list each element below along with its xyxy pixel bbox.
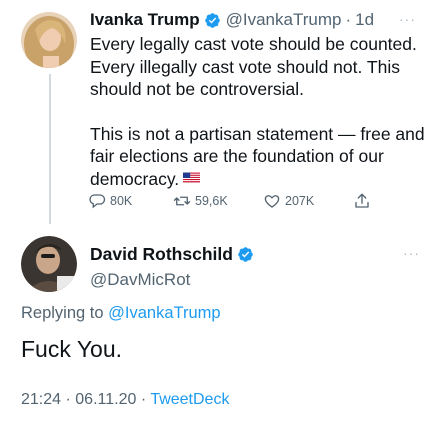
- share-icon: [355, 193, 369, 208]
- retweet-button[interactable]: 59,6K: [173, 192, 263, 210]
- meta-separator: ·: [140, 391, 147, 408]
- tweet-date[interactable]: 06.11.20: [75, 391, 136, 408]
- reply-button[interactable]: 80K: [88, 192, 173, 210]
- replying-to-line: Replying to @IvankaTrump: [21, 304, 221, 323]
- meta-separator: ·: [65, 391, 71, 408]
- tweet-action-bar: 80K 59,6K 207K: [88, 192, 378, 210]
- retweet-count: 59,6K: [195, 194, 228, 208]
- more-options-icon[interactable]: ···: [403, 245, 420, 261]
- reply-header: David Rothschild @DavMicRot: [90, 244, 254, 290]
- reply-author-handle[interactable]: @DavMicRot: [90, 270, 254, 290]
- tweet-header: Ivanka Trump @IvankaTrump · 1d: [90, 10, 420, 30]
- verified-badge-icon: [237, 246, 254, 263]
- heart-icon: [264, 195, 280, 208]
- tweet-time[interactable]: 21:24: [21, 391, 61, 408]
- reply-icon: [89, 194, 106, 209]
- tweet-paragraph-2: This is not a partisan statement — free …: [90, 123, 435, 191]
- reply-text: Fuck You.: [21, 336, 123, 362]
- like-count: 207K: [285, 194, 315, 208]
- like-button[interactable]: 207K: [263, 192, 353, 210]
- replying-to-handle-link[interactable]: @IvankaTrump: [108, 304, 220, 322]
- more-options-icon[interactable]: ···: [399, 11, 416, 27]
- replying-prefix: Replying to: [21, 304, 104, 322]
- author-name[interactable]: Ivanka Trump: [90, 10, 200, 30]
- tweet-source-link[interactable]: TweetDeck: [150, 391, 229, 408]
- tweet-body: Every legally cast vote should be counte…: [90, 33, 435, 190]
- reply-count: 80K: [110, 194, 133, 208]
- avatar-david[interactable]: [21, 236, 77, 292]
- reply-author-name[interactable]: David Rothschild: [90, 244, 233, 265]
- author-handle[interactable]: @IvankaTrump: [226, 10, 342, 30]
- thread-connector-line: [49, 74, 51, 224]
- share-button[interactable]: [353, 192, 378, 210]
- verified-badge-icon: [204, 12, 221, 29]
- tweet-paragraph-1: Every legally cast vote should be counte…: [90, 34, 417, 99]
- tweet-paragraph-2-text: This is not a partisan statement — free …: [90, 123, 425, 189]
- us-flag-icon: [183, 172, 201, 183]
- avatar-ivanka[interactable]: [21, 12, 77, 68]
- tweet-meta: 21:24 · 06.11.20 · TweetDeck: [21, 391, 229, 409]
- header-separator: ·: [345, 10, 352, 29]
- tweet-time-ago[interactable]: 1d: [355, 10, 374, 30]
- retweet-icon: [173, 196, 191, 206]
